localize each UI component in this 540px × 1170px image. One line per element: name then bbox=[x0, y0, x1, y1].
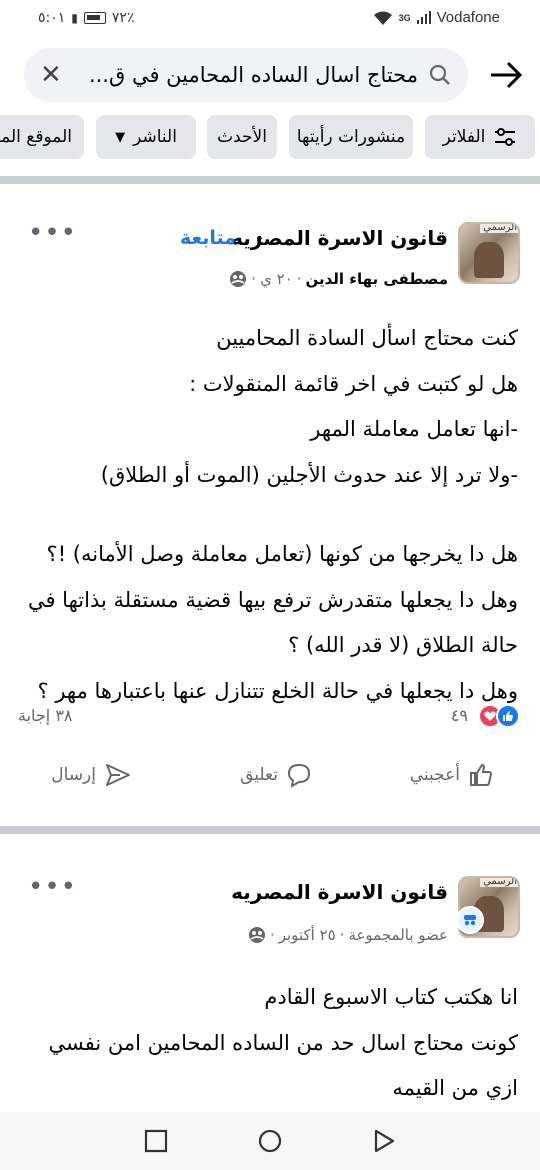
close-icon[interactable]: ✕ bbox=[40, 62, 62, 88]
like-button[interactable]: أعجبني bbox=[410, 762, 494, 788]
chip-filters[interactable]: الفلاتر bbox=[425, 115, 535, 159]
post-line: انا هكتب كتاب الاسبوع القادم bbox=[264, 985, 518, 1009]
group-avatar[interactable]: الرسمي bbox=[458, 222, 520, 284]
more-dots-icon[interactable]: ••• bbox=[28, 220, 77, 246]
like-reaction-icon bbox=[496, 704, 520, 728]
more-dots-icon[interactable]: ••• bbox=[28, 874, 77, 900]
group-icon bbox=[248, 927, 265, 943]
battery-level: ٧٢٪ bbox=[111, 10, 135, 26]
post-line: ازي من القيمه bbox=[392, 1076, 518, 1100]
chip-latest[interactable]: الأحدث bbox=[207, 115, 277, 159]
chip-label: الموقع المش bbox=[0, 127, 72, 147]
chip-seen-posts[interactable]: منشورات رأيتها bbox=[289, 115, 413, 159]
post-line: -ولا ترد إلا عند حدوث الأجلين (الموت أو … bbox=[100, 462, 518, 487]
author-name[interactable]: مصطفى بهاء الدين bbox=[306, 270, 449, 288]
group-name[interactable]: قانون الاسرة المصريه bbox=[231, 880, 448, 904]
comment-icon bbox=[287, 763, 311, 788]
answers-count[interactable]: ٣٨ إجابة bbox=[18, 706, 73, 725]
reaction-count[interactable]: ٤٩ bbox=[451, 706, 468, 725]
silent-icon: ▮ bbox=[71, 11, 78, 25]
separator-dot: · bbox=[269, 926, 275, 944]
post-actions: أعجبني تعليق إرسال bbox=[0, 762, 540, 806]
search-icon bbox=[429, 64, 450, 85]
post-line: هل دا يخرجها من كونها (تعامل معاملة وصل … bbox=[46, 542, 518, 566]
clock: ٥:٠١ bbox=[38, 10, 66, 26]
battery-icon bbox=[83, 12, 106, 24]
circle-icon[interactable] bbox=[257, 1128, 283, 1154]
search-input[interactable]: محتاج اسال الساده المحامين في ق... ✕ bbox=[24, 48, 468, 102]
post-line: هل لو كتبت في اخر قائمة المنقولات : bbox=[189, 371, 518, 396]
send-icon bbox=[106, 764, 130, 786]
separator-dot: • bbox=[254, 229, 264, 248]
post-meta: مصطفى بهاء الدين · ٢٠ ي · bbox=[229, 270, 448, 288]
comment-label: تعليق bbox=[240, 765, 278, 785]
chip-label: منشورات رأيتها bbox=[296, 127, 406, 147]
avatar-label: الرسمي bbox=[480, 878, 518, 887]
member-badge-icon bbox=[456, 906, 484, 934]
thumbs-up-icon bbox=[470, 763, 493, 786]
post-line: كنت محتاج اسأل السادة المحاميين bbox=[216, 326, 518, 350]
separator-dot: · bbox=[339, 926, 345, 944]
like-label: أعجبني bbox=[409, 765, 460, 785]
post-time[interactable]: ٢٠ ي bbox=[260, 270, 293, 288]
triangle-back-icon[interactable] bbox=[371, 1128, 397, 1154]
post-meta: عضو بالمجموعة · ٢٥ أكتوبر · bbox=[248, 926, 448, 944]
system-nav-bar bbox=[0, 1112, 540, 1170]
status-bar: ٥:٠١ ▮ ٧٢٪ 3G Vodafone bbox=[0, 0, 540, 38]
separator-dot: · bbox=[251, 270, 257, 288]
search-query: محتاج اسال الساده المحامين في ق... bbox=[88, 63, 418, 87]
send-label: إرسال bbox=[51, 765, 96, 785]
chip-label: الفلاتر bbox=[442, 127, 486, 147]
follow-button[interactable]: متابعة bbox=[180, 227, 236, 249]
chip-location[interactable]: الموقع المش bbox=[0, 115, 84, 159]
filter-chips: الفلاتر منشورات رأيتها الأحدث الناشر ▼ ا… bbox=[0, 115, 540, 161]
network-type: 3G bbox=[398, 12, 411, 23]
wifi-icon bbox=[373, 11, 392, 25]
divider bbox=[0, 176, 540, 184]
carrier-name: Vodafone bbox=[436, 9, 500, 26]
member-role: عضو بالمجموعة bbox=[348, 926, 448, 944]
post-line: كونت محتاج اسال حد من الساده المحامين ام… bbox=[48, 1030, 518, 1055]
chip-label: الناشر bbox=[133, 127, 177, 147]
send-button[interactable]: إرسال bbox=[51, 762, 132, 788]
divider bbox=[0, 826, 540, 834]
search-row: محتاج اسال الساده المحامين في ق... ✕ bbox=[0, 46, 540, 104]
group-icon bbox=[230, 271, 247, 287]
chip-label: الأحدث bbox=[217, 127, 267, 147]
reactions-row: ٤٩ ٣٨ إجابة bbox=[0, 704, 540, 730]
chip-publisher[interactable]: الناشر ▼ bbox=[96, 115, 196, 159]
separator-dot: · bbox=[296, 270, 302, 288]
post-line: حالة الطلاق (لا قدر الله) ؟ bbox=[288, 633, 518, 657]
post-line: -انها تعامل معاملة المهر bbox=[310, 417, 518, 441]
post-line: وهل دا يجعلها متقدرش ترفع بيها قضية مستق… bbox=[27, 587, 518, 612]
post-text: انا هكتب كتاب الاسبوع القادم كونت محتاج … bbox=[18, 975, 518, 1112]
avatar-label: الرسمي bbox=[480, 224, 518, 233]
status-left: ٥:٠١ ▮ ٧٢٪ bbox=[38, 10, 134, 26]
post-text: كنت محتاج اسأل السادة المحاميين هل لو كت… bbox=[18, 316, 518, 714]
status-right: 3G Vodafone bbox=[373, 9, 500, 26]
caret-down-icon: ▼ bbox=[115, 129, 126, 145]
signal-icon bbox=[416, 11, 431, 24]
arrow-right-icon[interactable] bbox=[486, 56, 526, 94]
sliders-icon bbox=[495, 128, 516, 146]
reaction-icons[interactable] bbox=[478, 704, 520, 728]
comment-button[interactable]: تعليق bbox=[240, 762, 312, 788]
post-time[interactable]: ٢٥ أكتوبر bbox=[279, 926, 336, 944]
square-icon[interactable] bbox=[143, 1128, 169, 1154]
